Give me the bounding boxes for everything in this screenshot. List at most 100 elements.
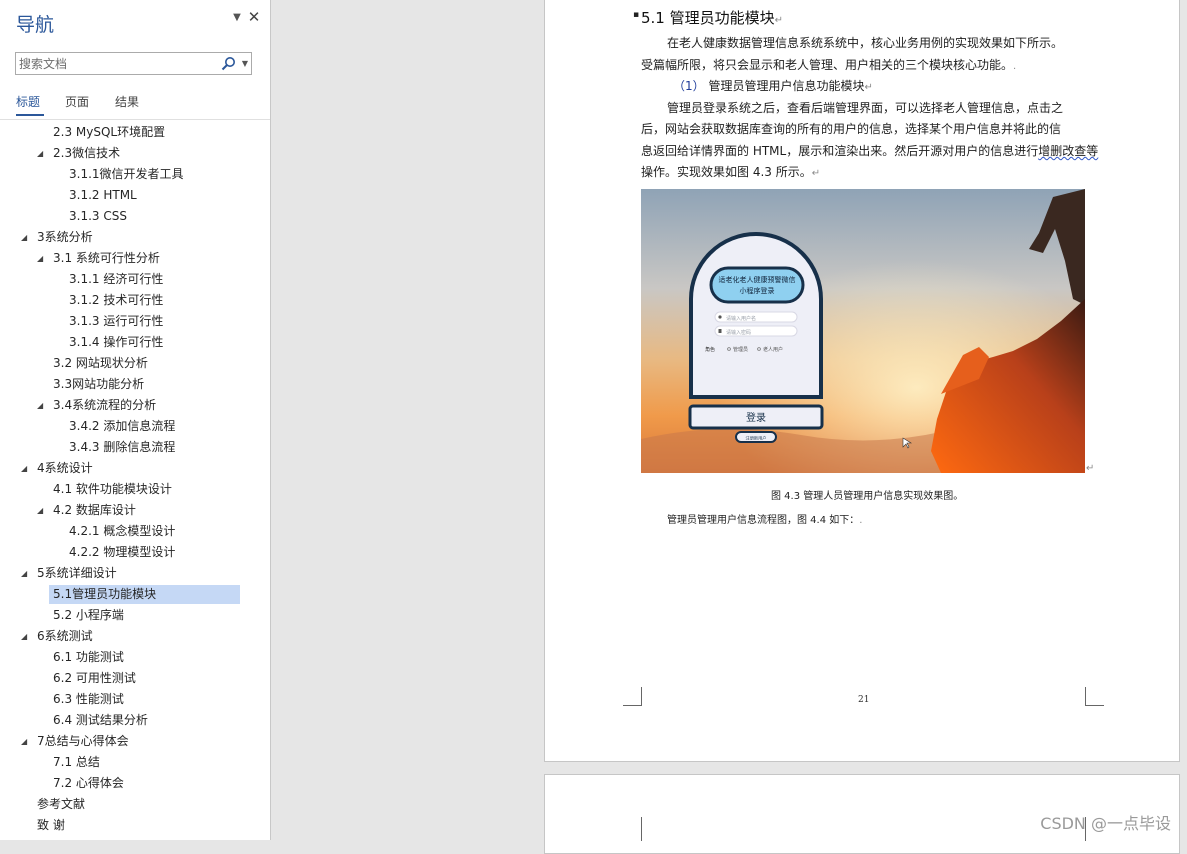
paragraph-line: 操作。实现效果如图 4.3 所示。↵: [641, 163, 820, 183]
nav-heading-item[interactable]: 6.3 性能测试: [53, 690, 124, 709]
nav-heading-item[interactable]: 5.1管理员功能模块: [49, 585, 240, 604]
paragraph-mark: ↵: [864, 82, 873, 93]
paragraph-text: 在老人健康数据管理信息系统系统中，核心业务用例的实现效果如下所示。: [667, 36, 1064, 50]
paragraph-text: 操作。实现效果如图 4.3 所示。: [641, 165, 812, 179]
collapse-toggle-icon[interactable]: ◢: [21, 459, 29, 478]
paragraph-line: 在老人健康数据管理信息系统系统中，核心业务用例的实现效果如下所示。: [667, 34, 1063, 52]
paragraph-text: 受篇幅所限，将只会显示和老人管理、用户相关的三个模块核心功能。: [641, 58, 1014, 72]
nav-heading-item[interactable]: 3.1.4 操作可行性: [69, 333, 163, 352]
nav-heading-item[interactable]: 3.4系统流程的分析: [53, 396, 156, 415]
collapse-toggle-icon[interactable]: ◢: [37, 144, 45, 163]
margin-corner-mark: [623, 817, 642, 841]
nav-title: 导航: [16, 14, 55, 36]
nav-options-dropdown-icon[interactable]: ▼: [230, 10, 244, 26]
nav-heading-item[interactable]: 6系统测试: [37, 627, 93, 646]
nav-heading-item[interactable]: 4.1 软件功能模块设计: [53, 480, 172, 499]
divider: [0, 119, 270, 120]
active-tab-indicator: [16, 114, 44, 116]
nav-heading-item[interactable]: 3.4.3 删除信息流程: [69, 438, 175, 457]
nav-heading-item[interactable]: 致 谢: [37, 816, 65, 835]
figure-login-button: 登录: [746, 411, 766, 424]
nav-heading-item[interactable]: 4.2.1 概念模型设计: [69, 522, 175, 541]
nav-heading-item[interactable]: 4系统设计: [37, 459, 93, 478]
paragraph-text: 管理员管理用户信息流程图，图 4.4 如下：: [667, 515, 860, 526]
nav-heading-item[interactable]: 2.3 MySQL环境配置: [53, 123, 165, 142]
nav-heading-item[interactable]: 3.3网站功能分析: [53, 375, 144, 394]
collapse-toggle-icon[interactable]: ◢: [21, 564, 29, 583]
figure-username-placeholder: 请输入用户名: [726, 315, 756, 322]
nav-heading-item[interactable]: 5.2 小程序端: [53, 606, 124, 625]
nav-heading-item[interactable]: 3.1.3 CSS: [69, 207, 127, 226]
margin-corner-mark: [623, 687, 642, 706]
nav-search-box: ▼: [15, 52, 252, 75]
nav-heading-item[interactable]: 3系统分析: [37, 228, 93, 247]
nav-heading-item[interactable]: 7总结与心得体会: [37, 732, 129, 751]
nav-heading-item[interactable]: 3.1.2 技术可行性: [69, 291, 163, 310]
figure-image: 适老化老人健康预警微信 小程序登录 请输入用户名 请输入密码 角色 管理员 老人…: [641, 189, 1085, 473]
nav-heading-item[interactable]: 3.4.2 添加信息流程: [69, 417, 175, 436]
tab-results[interactable]: 结果: [115, 92, 139, 112]
nav-heading-item[interactable]: 3.1.1 经济可行性: [69, 270, 163, 289]
paragraph-line: 息返回给详情界面的 HTML，展示和渲染出来。然后开源对用户的信息进行增删改查等: [641, 142, 1098, 160]
figure-app-title-2: 小程序登录: [740, 286, 775, 295]
section-heading: ▪ 5.1 管理员功能模块↵: [633, 7, 784, 28]
paragraph-mark: ↵: [811, 168, 821, 179]
paragraph-text: 管理员登录系统之后，查看后端管理界面，可以选择老人管理信息，点击之: [667, 101, 1064, 115]
nav-heading-item[interactable]: 7.2 心得体会: [53, 774, 124, 793]
nav-heading-item[interactable]: 2.3微信技术: [53, 144, 120, 163]
paragraph-text: 息返回给详情界面的 HTML，展示和渲染出来。然后开源对用户的信息进行: [641, 144, 1039, 158]
page-number: 21: [858, 695, 870, 705]
nav-heading-item[interactable]: 4.2 数据库设计: [53, 501, 136, 520]
search-input[interactable]: [19, 55, 214, 72]
margin-corner-mark: [1085, 687, 1104, 706]
figure-screenshot: 适老化老人健康预警微信 小程序登录 请输入用户名 请输入密码 角色 管理员 老人…: [641, 189, 1085, 473]
nav-heading-item[interactable]: 5系统详细设计: [37, 564, 117, 583]
figure-caption: 图 4.3 管理人员管理用户信息实现效果图。: [771, 491, 964, 502]
watermark: CSDN @一点毕设: [1040, 814, 1171, 833]
paragraph-line: 管理员管理用户信息流程图，图 4.4 如下：.: [667, 511, 862, 526]
nav-heading-item[interactable]: 3.1.3 运行可行性: [69, 312, 163, 331]
navigation-pane: 导航 ▼ ✕ ▼ 标题 页面 结果 2.3 MySQL环境配置 ◢ 2.3微信技术 3…: [0, 0, 271, 840]
subsection-title: 管理员管理用户信息功能模块: [708, 79, 865, 93]
collapse-toggle-icon[interactable]: ◢: [37, 249, 45, 268]
nav-heading-item[interactable]: 4.2.2 物理模型设计: [69, 543, 175, 562]
figure-role-option-admin: 管理员: [733, 346, 748, 353]
nav-heading-item[interactable]: 3.1.2 HTML: [69, 186, 137, 205]
document-area: ▪ 5.1 管理员功能模块↵ 在老人健康数据管理信息系统系统中，核心业务用例的实现…: [271, 0, 1187, 854]
tab-pages[interactable]: 页面: [65, 92, 89, 112]
bullet-mark: ▪: [633, 10, 640, 20]
nav-heading-item[interactable]: 参考文献: [37, 795, 85, 814]
section-heading-text: 5.1 管理员功能模块: [641, 9, 775, 27]
paragraph-mark: ↵: [1086, 463, 1095, 474]
tab-headings[interactable]: 标题: [16, 92, 40, 112]
nav-heading-item[interactable]: 6.4 测试结果分析: [53, 711, 148, 730]
search-options-chevron-icon[interactable]: ▼: [240, 57, 250, 71]
collapse-toggle-icon[interactable]: ◢: [37, 396, 45, 415]
collapse-toggle-icon[interactable]: ◢: [21, 732, 29, 751]
figure-register-link: 注册新用户: [746, 435, 767, 442]
nav-heading-item[interactable]: 6.1 功能测试: [53, 648, 124, 667]
nav-heading-item[interactable]: 3.2 网站现状分析: [53, 354, 148, 373]
nav-heading-item[interactable]: 6.2 可用性测试: [53, 669, 136, 688]
subsection-index: （1）: [673, 79, 705, 93]
figure-password-placeholder: 请输入密码: [726, 329, 751, 336]
collapse-toggle-icon[interactable]: ◢: [21, 627, 29, 646]
nav-heading-item[interactable]: 3.1 系统可行性分析: [53, 249, 160, 268]
nav-heading-item[interactable]: 7.1 总结: [53, 753, 100, 772]
close-icon[interactable]: ✕: [247, 8, 261, 26]
subsection-heading: （1） 管理员管理用户信息功能模块↵: [673, 77, 873, 97]
paragraph-mark: ↵: [774, 15, 784, 26]
figure-app-title-1: 适老化老人健康预警微信: [719, 275, 796, 284]
paragraph-mark: .: [1013, 61, 1017, 72]
paragraph-mark: .: [859, 515, 863, 526]
paragraph-line: 受篇幅所限，将只会显示和老人管理、用户相关的三个模块核心功能。.: [641, 56, 1016, 76]
spellcheck-underlined-text[interactable]: 增删改查等: [1038, 144, 1098, 158]
figure-role-label: 角色: [705, 346, 715, 353]
nav-tabs: 标题 页面 结果: [0, 92, 270, 118]
figure-role-option-elder: 老人用户: [763, 346, 783, 353]
collapse-toggle-icon[interactable]: ◢: [37, 501, 45, 520]
collapse-toggle-icon[interactable]: ◢: [21, 228, 29, 247]
nav-heading-item[interactable]: 3.1.1微信开发者工具: [69, 165, 184, 184]
search-icon[interactable]: [221, 56, 236, 71]
paragraph-line: 后，网站会获取数据库查询的所有的用户的信息，选择某个用户信息并将此的信: [641, 120, 1061, 138]
